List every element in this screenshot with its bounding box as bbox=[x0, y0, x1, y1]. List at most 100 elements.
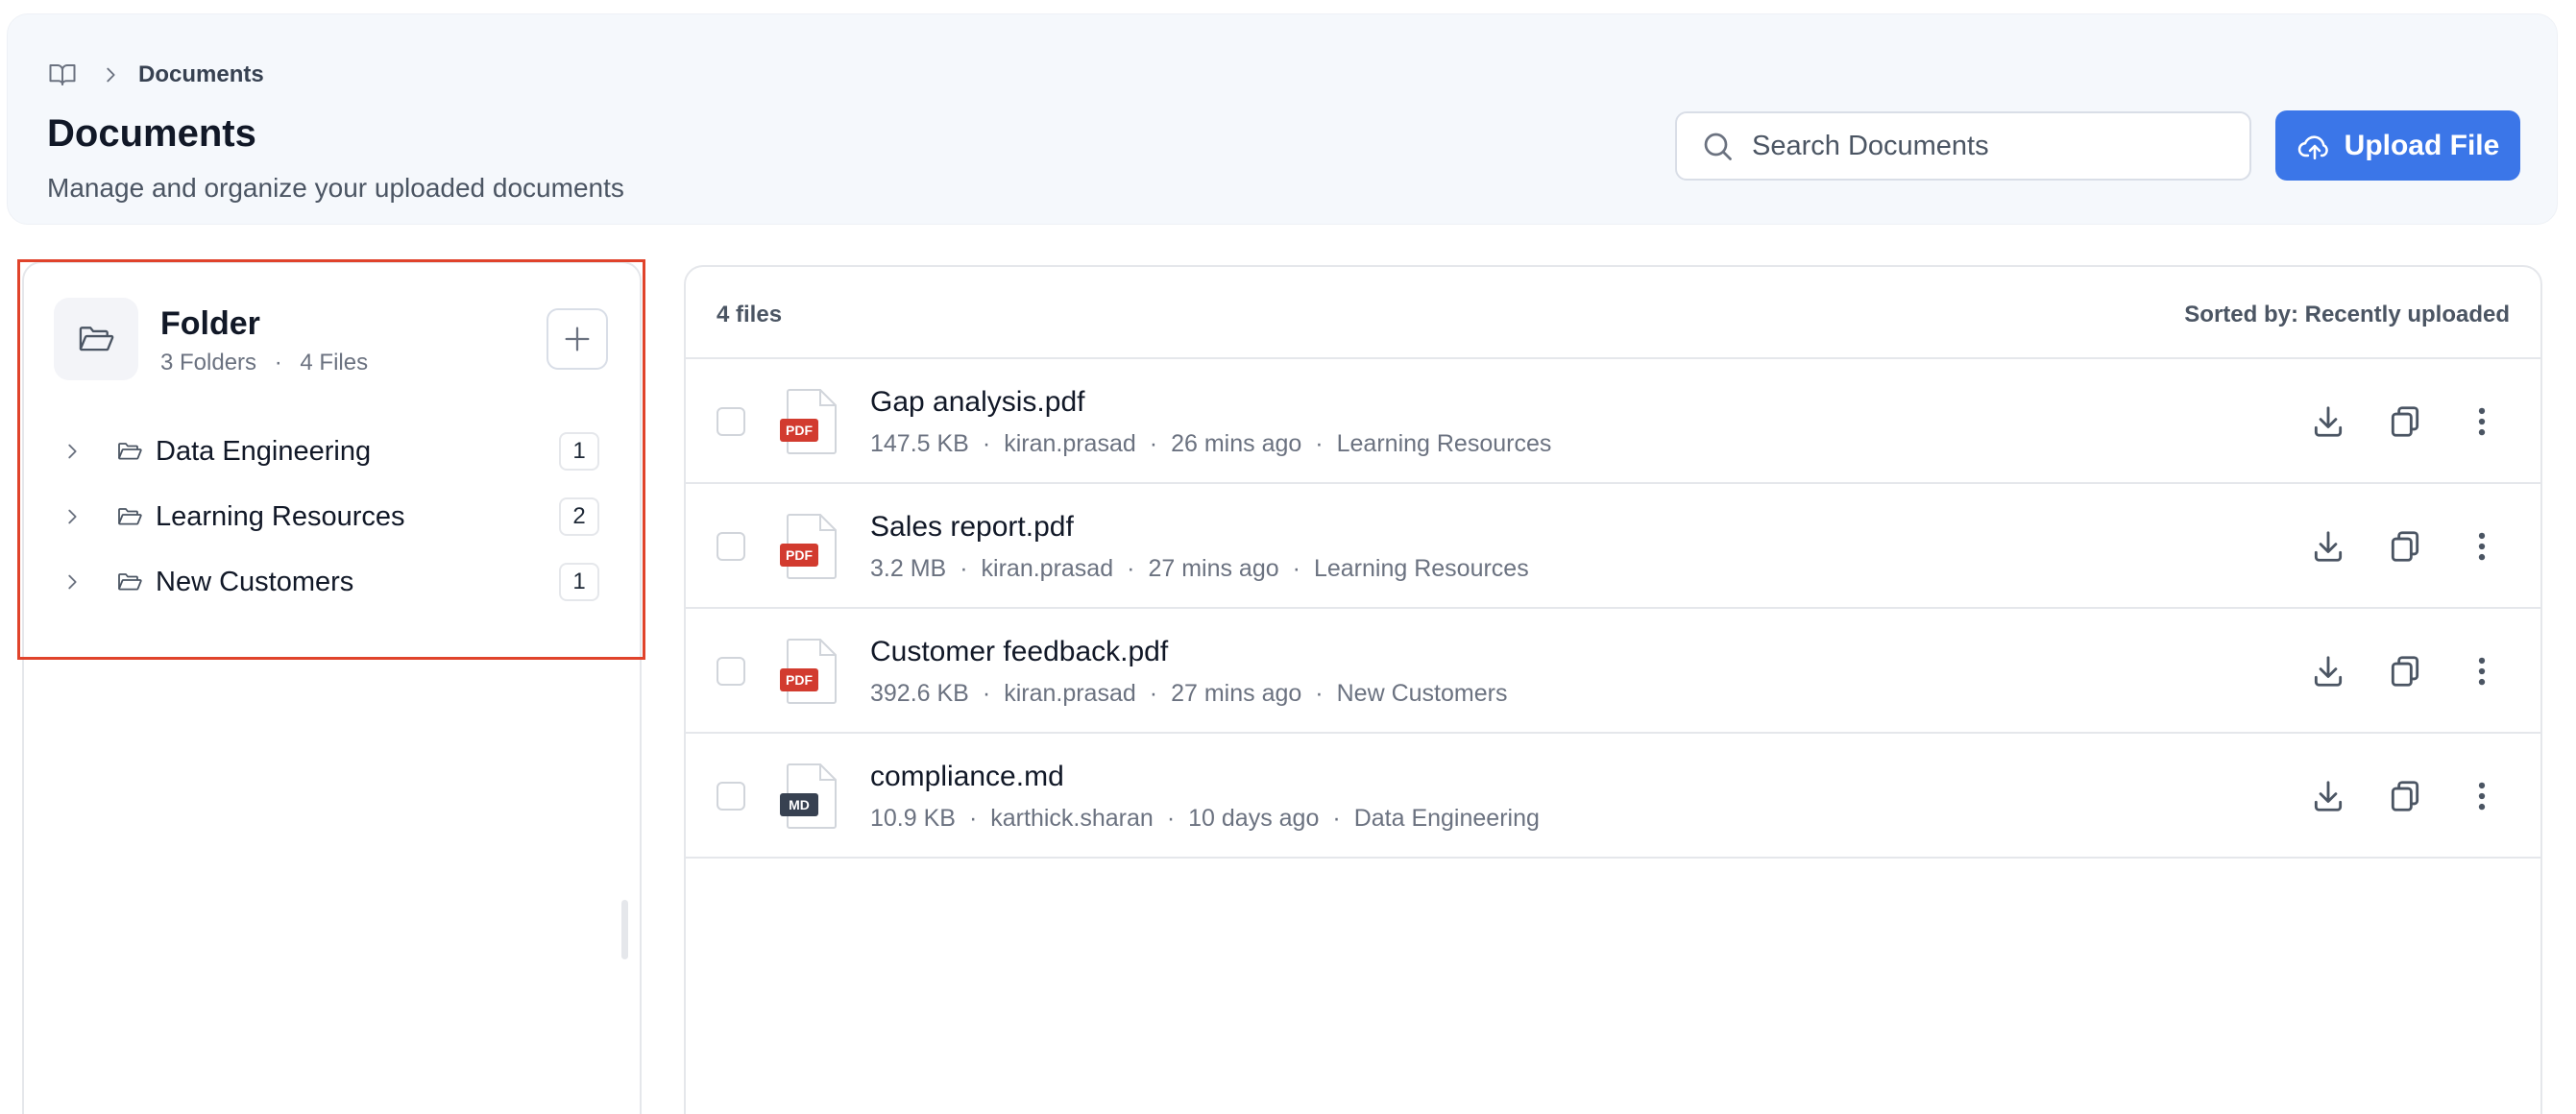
download-icon bbox=[2314, 781, 2343, 811]
folder-item-data-engineering[interactable]: Data Engineering 1 bbox=[54, 426, 599, 476]
file-folder: Learning Resources bbox=[1313, 555, 1529, 582]
copy-button[interactable] bbox=[2383, 774, 2427, 818]
file-size: 3.2 MB bbox=[870, 555, 947, 582]
more-options-button[interactable] bbox=[2460, 774, 2504, 818]
folder-icon bbox=[118, 508, 142, 525]
folder-icon bbox=[118, 573, 142, 591]
meta-separator: · bbox=[982, 680, 991, 707]
more-options-button[interactable] bbox=[2460, 400, 2504, 444]
file-row[interactable]: PDF Gap analysis.pdf 147.5 KB · kiran.pras… bbox=[686, 359, 2540, 484]
download-icon bbox=[2314, 656, 2343, 687]
file-name[interactable]: Customer feedback.pdf bbox=[870, 636, 1168, 668]
meta-separator: · bbox=[1149, 430, 1158, 457]
upload-file-label: Upload File bbox=[2344, 129, 2500, 161]
file-checkbox[interactable] bbox=[717, 407, 745, 436]
folder-panel-title: Folder bbox=[160, 305, 260, 342]
file-row[interactable]: PDF Customer feedback.pdf 392.6 KB · kiran… bbox=[686, 609, 2540, 734]
page-subtitle: Manage and organize your uploaded docume… bbox=[47, 173, 624, 203]
copy-button[interactable] bbox=[2383, 400, 2427, 444]
sidebar-scrollbar[interactable] bbox=[621, 900, 628, 959]
meta-separator: · bbox=[1315, 680, 1324, 707]
file-folder: New Customers bbox=[1336, 680, 1508, 707]
add-folder-button[interactable] bbox=[547, 308, 608, 370]
file-name[interactable]: compliance.md bbox=[870, 761, 1064, 793]
file-type-badge: PDF bbox=[786, 423, 813, 438]
book-icon[interactable] bbox=[46, 61, 79, 89]
meta-separator: · bbox=[1315, 430, 1324, 457]
more-options-button[interactable] bbox=[2460, 524, 2504, 569]
folder-item-label: New Customers bbox=[156, 566, 354, 597]
sort-label[interactable]: Sorted by: Recently uploaded bbox=[2184, 302, 2510, 328]
file-meta: 3.2 MB · kiran.prasad · 27 mins ago · Learning… bbox=[870, 555, 1529, 583]
meta-separator: · bbox=[1127, 555, 1135, 582]
breadcrumb: Documents bbox=[46, 61, 264, 89]
file-checkbox[interactable] bbox=[717, 657, 745, 686]
page-title: Documents bbox=[47, 112, 256, 155]
meta-separator: · bbox=[1166, 805, 1176, 832]
meta-separator: · bbox=[960, 555, 968, 582]
folder-item-learning-resources[interactable]: Learning Resources 2 bbox=[54, 492, 599, 542]
download-button[interactable] bbox=[2306, 524, 2350, 569]
pdf-file-icon: PDF bbox=[780, 389, 837, 454]
chevron-right-icon[interactable] bbox=[61, 571, 83, 593]
more-vertical-icon bbox=[2478, 782, 2486, 811]
file-time: 10 days ago bbox=[1188, 805, 1320, 832]
markdown-file-icon: MD bbox=[780, 763, 837, 829]
folder-item-label: Learning Resources bbox=[156, 500, 405, 532]
folder-badge bbox=[54, 298, 138, 380]
search-box[interactable] bbox=[1675, 111, 2251, 181]
file-folder: Learning Resources bbox=[1336, 430, 1552, 457]
file-time: 27 mins ago bbox=[1171, 680, 1302, 707]
plus-icon bbox=[565, 327, 590, 351]
file-name[interactable]: Sales report.pdf bbox=[870, 511, 1074, 544]
file-checkbox[interactable] bbox=[717, 782, 745, 811]
chevron-right-icon bbox=[107, 67, 115, 83]
folder-item-label: Data Engineering bbox=[156, 435, 372, 467]
folder-panel-meta: 3 Folders · 4 Files bbox=[160, 350, 368, 376]
upload-file-button[interactable]: Upload File bbox=[2275, 110, 2520, 181]
file-size: 10.9 KB bbox=[870, 805, 956, 832]
file-meta: 147.5 KB · kiran.prasad · 26 mins ago · Learni… bbox=[870, 430, 1551, 458]
copy-button[interactable] bbox=[2383, 649, 2427, 693]
file-time: 26 mins ago bbox=[1171, 430, 1302, 457]
download-icon bbox=[2314, 406, 2343, 437]
chevron-right-icon[interactable] bbox=[61, 441, 83, 462]
download-button[interactable] bbox=[2306, 649, 2350, 693]
pdf-file-icon: PDF bbox=[780, 639, 837, 704]
folder-item-new-customers[interactable]: New Customers 1 bbox=[54, 557, 599, 607]
folder-item-count: 1 bbox=[559, 432, 599, 471]
file-checkbox[interactable] bbox=[717, 532, 745, 561]
folder-sidebar bbox=[22, 261, 642, 1114]
file-row[interactable]: PDF Sales report.pdf 3.2 MB · kiran.prasad… bbox=[686, 484, 2540, 609]
file-meta: 392.6 KB · kiran.prasad · 27 mins ago · New Cu… bbox=[870, 680, 1507, 708]
page-header: Documents Documents Manage and organize … bbox=[7, 13, 2558, 225]
download-button[interactable] bbox=[2306, 400, 2350, 444]
file-row[interactable]: MD compliance.md 10.9 KB · karthick.sharan… bbox=[686, 734, 2540, 859]
meta-separator: · bbox=[968, 805, 978, 832]
file-name[interactable]: Gap analysis.pdf bbox=[870, 386, 1084, 419]
file-owner: karthick.sharan bbox=[990, 805, 1154, 832]
meta-separator: · bbox=[982, 430, 991, 457]
meta-separator: · bbox=[1292, 555, 1300, 582]
file-owner: kiran.prasad bbox=[981, 555, 1114, 582]
download-icon bbox=[2314, 531, 2343, 562]
more-vertical-icon bbox=[2478, 532, 2486, 561]
file-list-header: 4 files Sorted by: Recently uploaded bbox=[686, 267, 2540, 359]
folders-count: 3 Folders bbox=[160, 350, 257, 375]
file-count-label: 4 files bbox=[717, 302, 783, 327]
search-icon bbox=[1704, 133, 1732, 160]
copy-button[interactable] bbox=[2383, 524, 2427, 569]
file-owner: kiran.prasad bbox=[1004, 430, 1136, 457]
more-vertical-icon bbox=[2478, 657, 2486, 686]
copy-icon bbox=[2391, 656, 2419, 687]
more-vertical-icon bbox=[2478, 407, 2486, 436]
more-options-button[interactable] bbox=[2460, 649, 2504, 693]
file-size: 147.5 KB bbox=[870, 430, 969, 457]
files-count: 4 Files bbox=[300, 350, 369, 375]
folder-item-count: 2 bbox=[559, 497, 599, 536]
folder-icon bbox=[118, 443, 142, 460]
chevron-right-icon[interactable] bbox=[61, 506, 83, 527]
folder-open-icon bbox=[79, 327, 114, 351]
download-button[interactable] bbox=[2306, 774, 2350, 818]
search-input[interactable] bbox=[1752, 130, 2213, 162]
